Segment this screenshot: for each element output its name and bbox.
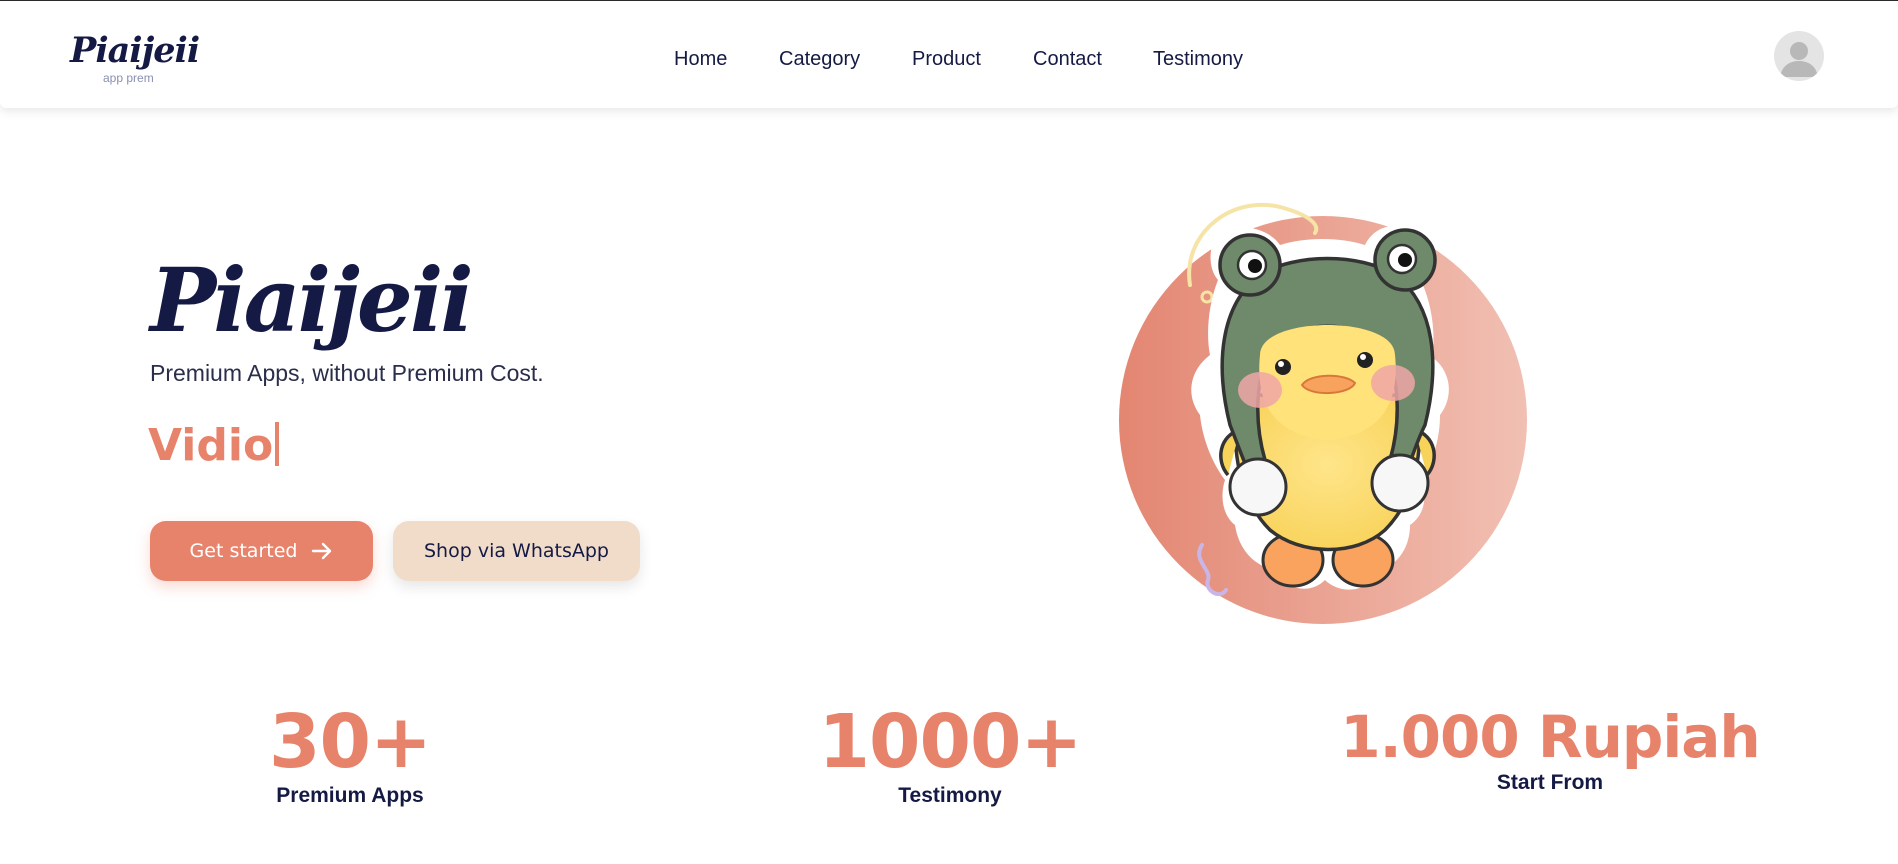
main-nav: Home Category Product Contact Testimony [0, 45, 1898, 75]
nav-contact[interactable]: Contact [1033, 45, 1102, 73]
stat-value: 1000+ [818, 699, 1083, 785]
nav-home[interactable]: Home [674, 45, 727, 73]
get-started-label: Get started [189, 540, 298, 562]
stat-value: 1.000 Rupiah [1340, 703, 1760, 771]
shop-whatsapp-label: Shop via WhatsApp [424, 540, 609, 562]
stat-label: Premium Apps [276, 784, 424, 807]
hero-title: Piaijeii [150, 248, 474, 352]
stat-premium-apps: 30+ Premium Apps [235, 700, 465, 808]
arrow-right-icon [312, 542, 332, 560]
get-started-button[interactable]: Get started [150, 521, 373, 581]
stat-testimony: 1000+ Testimony [790, 700, 1110, 808]
stat-label: Testimony [898, 784, 1002, 807]
nav-product[interactable]: Product [912, 45, 981, 73]
duck-frog-hat-illustration [1119, 203, 1527, 624]
typing-text: Vidio [148, 418, 280, 474]
navbar: Piaijeii app prem Home Category Product … [0, 1, 1898, 108]
nav-testimony[interactable]: Testimony [1153, 45, 1243, 73]
typing-caret [275, 422, 280, 466]
stat-value: 30+ [269, 699, 432, 785]
typed-app-name: Vidio [148, 420, 274, 471]
hero-subtitle: Premium Apps, without Premium Cost. [150, 360, 544, 386]
user-avatar[interactable] [1774, 31, 1824, 81]
stat-label: Start From [1496, 771, 1604, 794]
user-avatar-icon [1780, 42, 1818, 77]
nav-category[interactable]: Category [779, 45, 860, 73]
shop-whatsapp-button[interactable]: Shop via WhatsApp [393, 521, 640, 581]
stat-start-price: 1.000 Rupiah Start From [1320, 703, 1780, 795]
